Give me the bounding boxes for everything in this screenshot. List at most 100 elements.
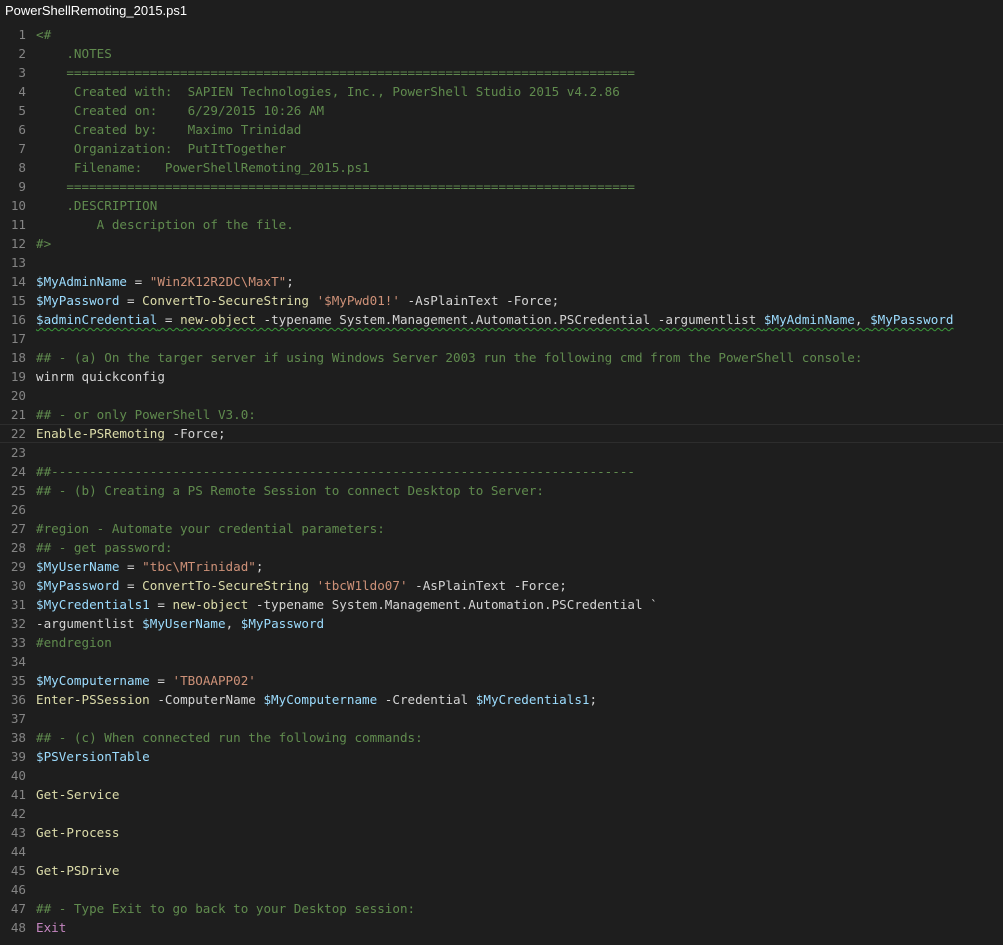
code-line[interactable]: 18 ## - (a) On the targer server if using… (0, 348, 1003, 367)
code-token: Organization: PutItTogether (36, 141, 287, 156)
code-text: ## - Type Exit to go back to your Deskto… (36, 899, 415, 918)
code-line[interactable]: 25 ## - (b) Creating a PS Remote Session … (0, 481, 1003, 500)
code-token: , (854, 312, 871, 327)
editor-tab[interactable]: PowerShellRemoting_2015.ps1 (0, 0, 199, 22)
code-token: = (119, 559, 143, 574)
code-line[interactable]: 37 (0, 709, 1003, 728)
code-line[interactable]: 35 $MyComputername = 'TBOAAPP02' (0, 671, 1003, 690)
code-line[interactable]: 43 Get-Process (0, 823, 1003, 842)
code-line[interactable]: 45 Get-PSDrive (0, 861, 1003, 880)
code-line[interactable]: 22 Enable-PSRemoting -Force; (0, 424, 1003, 443)
code-line[interactable]: 6 Created by: Maximo Trinidad (0, 120, 1003, 139)
line-number: 36 (10, 692, 26, 707)
code-token: Filename: PowerShellRemoting_2015.ps1 (36, 160, 370, 175)
code-token: ## - or only PowerShell V3.0: (36, 407, 256, 422)
code-token: $MyPassword (870, 312, 954, 327)
code-line[interactable]: 27 #region - Automate your credential par… (0, 519, 1003, 538)
line-number: 26 (10, 502, 26, 517)
line-number: 30 (10, 578, 26, 593)
line-number: 31 (10, 597, 26, 612)
code-line[interactable]: 41 Get-Service (0, 785, 1003, 804)
code-line[interactable]: 2 .NOTES (0, 44, 1003, 63)
code-line[interactable]: 19 winrm quickconfig (0, 367, 1003, 386)
code-token: -Credential (377, 692, 476, 707)
code-token: Get-Service (36, 787, 120, 802)
code-line[interactable]: 5 Created on: 6/29/2015 10:26 AM (0, 101, 1003, 120)
code-token: <# (36, 27, 52, 42)
code-line[interactable]: 29 $MyUserName = "tbc\MTrinidad"; (0, 557, 1003, 576)
line-number: 27 (10, 521, 26, 536)
code-line[interactable]: 7 Organization: PutItTogether (0, 139, 1003, 158)
code-line[interactable]: 32 -argumentlist $MyUserName, $MyPassword (0, 614, 1003, 633)
code-line[interactable]: 38 ## - (c) When connected run the follow… (0, 728, 1003, 747)
code-line[interactable]: 39 $PSVersionTable (0, 747, 1003, 766)
line-number: 11 (10, 217, 26, 232)
code-line[interactable]: 44 (0, 842, 1003, 861)
code-line[interactable]: 46 (0, 880, 1003, 899)
line-number: 5 (18, 103, 26, 118)
line-number: 13 (10, 255, 26, 270)
code-line[interactable]: 48 Exit (0, 918, 1003, 937)
code-line[interactable]: 28 ## - get password: (0, 538, 1003, 557)
code-token: .NOTES (36, 46, 112, 61)
code-line[interactable]: 42 (0, 804, 1003, 823)
code-line[interactable]: 26 (0, 500, 1003, 519)
code-text: $MyUserName = "tbc\MTrinidad"; (36, 557, 263, 576)
code-line[interactable]: 33 #endregion (0, 633, 1003, 652)
code-text: winrm quickconfig (36, 367, 165, 386)
code-text: ## - or only PowerShell V3.0: (36, 405, 256, 424)
line-number: 1 (18, 27, 26, 42)
code-token: ConvertTo-SecureString (142, 293, 309, 308)
line-number: 38 (10, 730, 26, 745)
code-line[interactable]: 17 (0, 329, 1003, 348)
code-line[interactable]: 31 $MyCredentials1 = new-object -typename… (0, 595, 1003, 614)
code-text: Created with: SAPIEN Technologies, Inc.,… (36, 82, 620, 101)
code-line[interactable]: 16 $adminCredential = new-object -typenam… (0, 310, 1003, 329)
code-line[interactable]: 40 (0, 766, 1003, 785)
code-editor[interactable]: 1 <# 2 .NOTES 3 ===========================… (0, 25, 1003, 945)
code-line[interactable]: 34 (0, 652, 1003, 671)
code-line[interactable]: 47 ## - Type Exit to go back to your Desk… (0, 899, 1003, 918)
code-line[interactable]: 14 $MyAdminName = "Win2K12R2DC\MaxT"; (0, 272, 1003, 291)
code-token: Created on: 6/29/2015 10:26 AM (36, 103, 325, 118)
code-token: '$MyPwd01!' (316, 293, 400, 308)
line-number: 35 (10, 673, 26, 688)
line-number: 6 (18, 122, 26, 137)
line-number: 18 (10, 350, 26, 365)
code-line[interactable]: 10 .DESCRIPTION (0, 196, 1003, 215)
code-line[interactable]: 21 ## - or only PowerShell V3.0: (0, 405, 1003, 424)
code-text: $MyAdminName = "Win2K12R2DC\MaxT"; (36, 272, 294, 291)
code-token: ; (589, 692, 598, 707)
code-token: ## - get password: (36, 540, 173, 555)
code-line[interactable]: 23 (0, 443, 1003, 462)
code-line[interactable]: 13 (0, 253, 1003, 272)
code-line[interactable]: 11 A description of the file. (0, 215, 1003, 234)
code-token: $MyCredentials1 (475, 692, 590, 707)
code-text: #> (36, 234, 51, 253)
code-token: -typename System.Management.Automation.P… (248, 597, 658, 612)
code-line[interactable]: 9 ======================================… (0, 177, 1003, 196)
code-line[interactable]: 1 <# (0, 25, 1003, 44)
line-number: 2 (18, 46, 26, 61)
code-text: $MyPassword = ConvertTo-SecureString 'tb… (36, 576, 567, 595)
code-text: .DESCRIPTION (36, 196, 157, 215)
code-text: $MyPassword = ConvertTo-SecureString '$M… (36, 291, 559, 310)
code-line[interactable]: 12 #> (0, 234, 1003, 253)
code-line[interactable]: 30 $MyPassword = ConvertTo-SecureString '… (0, 576, 1003, 595)
code-token: -typename System.Management.Automation.P… (255, 312, 764, 327)
line-number: 19 (10, 369, 26, 384)
line-number: 39 (10, 749, 26, 764)
code-line[interactable]: 36 Enter-PSSession -ComputerName $MyCompu… (0, 690, 1003, 709)
code-line[interactable]: 15 $MyPassword = ConvertTo-SecureString '… (0, 291, 1003, 310)
code-text: ========================================… (36, 177, 635, 196)
code-line[interactable]: 24 ##------------------------------------… (0, 462, 1003, 481)
code-text: Get-Service (36, 785, 119, 804)
code-text: Enter-PSSession -ComputerName $MyCompute… (36, 690, 597, 709)
line-number: 12 (10, 236, 26, 251)
code-line[interactable]: 20 (0, 386, 1003, 405)
code-token: , (225, 616, 241, 631)
code-token: = (119, 293, 143, 308)
code-line[interactable]: 3 ======================================… (0, 63, 1003, 82)
code-line[interactable]: 4 Created with: SAPIEN Technologies, Inc… (0, 82, 1003, 101)
code-line[interactable]: 8 Filename: PowerShellRemoting_2015.ps1 (0, 158, 1003, 177)
